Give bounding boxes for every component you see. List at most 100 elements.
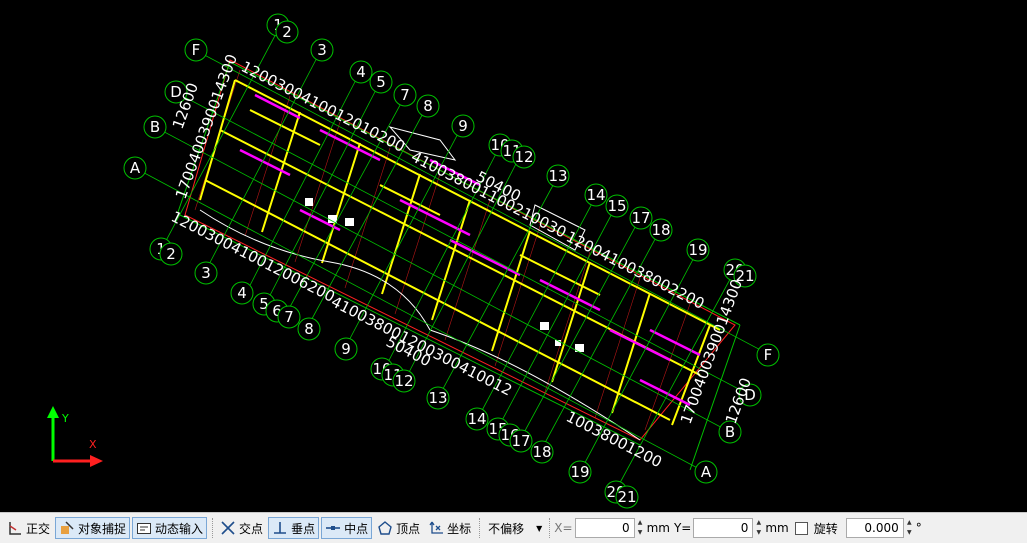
chevron-down-icon: ▼ xyxy=(536,523,543,533)
offset-mode-value: 不偏移 xyxy=(488,521,525,536)
dyn-input-label: 动态输入 xyxy=(155,521,204,536)
grid-bubble-label: 9 xyxy=(341,340,351,358)
osnap-icon xyxy=(61,521,74,534)
snap-midpoint[interactable]: 中点 xyxy=(321,517,373,539)
drawing-canvas[interactable]: 123457891011121314151718192021 123456789… xyxy=(0,0,1027,512)
ortho-label: 正交 xyxy=(26,521,51,536)
intersection-icon xyxy=(221,521,235,535)
x-stepper[interactable]: ▲ ▼ xyxy=(636,518,645,538)
grid-bubble-label: 2 xyxy=(282,23,292,41)
dim-string-top-c: 1200410038002200 xyxy=(563,228,707,313)
beams xyxy=(239,93,701,407)
grid-bubble-label: 21 xyxy=(617,488,636,506)
spin-up-icon[interactable]: ▲ xyxy=(636,518,645,528)
grid-bubble-label: 17 xyxy=(511,432,530,450)
grid-bubble-label: F xyxy=(192,41,201,59)
snap-intersection[interactable]: 交点 xyxy=(217,517,266,539)
grid-bubble-label: 15 xyxy=(607,197,626,215)
cad-drawing: 123457891011121314151718192021 123456789… xyxy=(47,13,780,509)
grid-bubble-label: A xyxy=(701,463,712,481)
grid-bubble: 14 xyxy=(465,407,489,431)
x-label: X= xyxy=(554,521,573,535)
vertex-icon xyxy=(378,521,392,535)
ucs-x-label: X xyxy=(89,438,97,451)
snap-coordinate[interactable]: 坐标 xyxy=(425,517,474,539)
grid-bubble: 13 xyxy=(426,386,450,410)
grid-bubble: 5 xyxy=(369,70,393,94)
grid-bubble-label: 14 xyxy=(467,410,486,428)
grid-bubble: A xyxy=(123,156,147,180)
y-input[interactable]: 0 xyxy=(693,518,754,538)
spin-up-icon[interactable]: ▲ xyxy=(754,518,763,528)
grid-bubble: 4 xyxy=(349,60,373,84)
grid-bubble-label: 5 xyxy=(376,73,386,91)
perpendicular-label: 垂点 xyxy=(291,521,316,536)
grid-bubble: 15 xyxy=(605,194,629,218)
rotate-stepper[interactable]: ▲ ▼ xyxy=(905,518,914,538)
grid-bubble-label: 13 xyxy=(548,167,567,185)
grid-bubble-label: A xyxy=(130,159,141,177)
grid-bubble: 2 xyxy=(275,20,299,44)
grid-bubble-label: 8 xyxy=(423,97,433,115)
grid-bubble-label: 3 xyxy=(201,264,211,282)
spin-down-icon[interactable]: ▼ xyxy=(905,528,914,538)
snap-perpendicular[interactable]: 垂点 xyxy=(268,517,320,539)
dyn-input-toggle[interactable]: 动态输入 xyxy=(132,517,208,539)
grid-bubble: F xyxy=(184,38,208,62)
grid-bubble: 3 xyxy=(310,38,334,62)
spin-down-icon[interactable]: ▼ xyxy=(754,528,763,538)
intersection-label: 交点 xyxy=(239,521,264,536)
separator xyxy=(549,518,551,538)
spin-down-icon[interactable]: ▼ xyxy=(636,528,645,538)
grid-bubble: 7 xyxy=(393,83,417,107)
grid-bubble-label: 7 xyxy=(284,308,294,326)
balconies xyxy=(199,126,641,441)
grid-bubble: 13 xyxy=(546,164,570,188)
grid-bubble-label: B xyxy=(150,118,160,136)
snap-vertex[interactable]: 顶点 xyxy=(374,517,423,539)
grid-bubble-label: 8 xyxy=(304,320,314,338)
y-unit: mm xyxy=(765,521,789,535)
ucs-y-label: Y xyxy=(61,412,69,425)
grid-bubble-label: 19 xyxy=(570,463,589,481)
grid-bubble-label: 12 xyxy=(514,148,533,166)
grid-bubble: 8 xyxy=(416,94,440,118)
rotate-input[interactable]: 0.000 xyxy=(845,518,904,538)
rotate-checkbox[interactable] xyxy=(794,521,808,535)
grid-bubble: F xyxy=(756,343,780,367)
osnap-label: 对象捕捉 xyxy=(78,521,127,536)
y-label: Y= xyxy=(673,521,692,535)
grid-bubble-label: F xyxy=(764,346,773,364)
grid-bubble-label: 17 xyxy=(631,209,650,227)
x-input[interactable]: 0 xyxy=(574,518,635,538)
grid-bubble-label: 4 xyxy=(237,284,247,302)
ucs-icon: Y X xyxy=(47,406,103,467)
grid-bubble-label: B xyxy=(725,423,735,441)
separator xyxy=(212,518,214,538)
midpoint-icon xyxy=(326,526,341,530)
spin-up-icon[interactable]: ▲ xyxy=(905,518,914,528)
grid-bubble: 9 xyxy=(451,114,475,138)
offset-mode-select[interactable]: 不偏移 ▼ xyxy=(484,518,546,538)
ortho-icon xyxy=(9,522,21,535)
grid-bubble: 2 xyxy=(159,242,183,266)
statusbar: 正交 对象捕捉 动态输入 交点 垂点 中点 顶点 坐标 不偏移 ▼ X= 0 ▲… xyxy=(0,512,1027,543)
osnap-toggle[interactable]: 对象捕捉 xyxy=(55,517,131,539)
grid-bubble-label: 4 xyxy=(356,63,366,81)
grid-bubble: 18 xyxy=(649,218,673,242)
grid-bubble: 9 xyxy=(334,337,358,361)
separator xyxy=(479,518,481,538)
grid-bubbles-top: 123457891011121314151718192021 xyxy=(266,13,757,288)
ortho-toggle[interactable]: 正交 xyxy=(4,517,53,539)
grid-bubble: A xyxy=(694,460,718,484)
grid-bubble-label: 12 xyxy=(394,372,413,390)
grid-bubble: 12 xyxy=(512,145,536,169)
midpoint-label: 中点 xyxy=(344,521,369,536)
grid-bubble-label: 13 xyxy=(428,389,447,407)
y-stepper[interactable]: ▲ ▼ xyxy=(754,518,763,538)
coordinate-icon xyxy=(429,521,444,534)
grid-bubble: 19 xyxy=(686,238,710,262)
grid-bubble-label: 2 xyxy=(166,245,176,263)
grid-bubble: B xyxy=(143,115,167,139)
grid-bubble: 3 xyxy=(194,261,218,285)
